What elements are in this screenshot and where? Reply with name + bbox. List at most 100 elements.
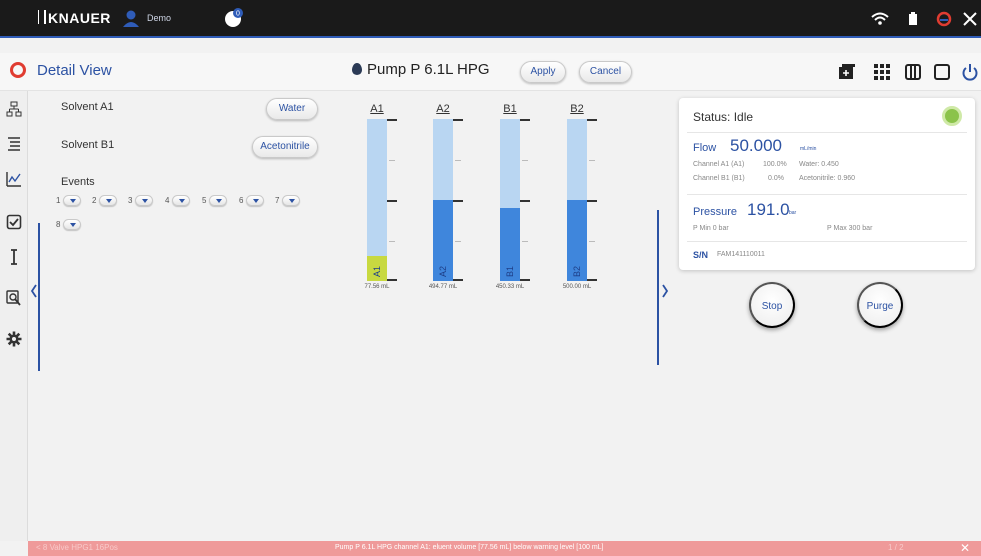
left-panel-handle[interactable] xyxy=(38,223,40,371)
solvent-b1-button[interactable]: Acetonitrile xyxy=(252,136,318,158)
expand-right-icon[interactable] xyxy=(661,284,669,298)
notification-icon[interactable]: 0 xyxy=(223,7,245,29)
channel-b-label: Channel B1 (B1) xyxy=(693,175,745,182)
solvent-a1-label: Solvent A1 xyxy=(61,101,114,113)
apply-button[interactable]: Apply xyxy=(520,61,566,83)
pressure-unit: bar xyxy=(789,210,797,216)
event-number: 5 xyxy=(202,196,207,205)
wifi-icon[interactable] xyxy=(870,9,890,29)
chart-icon[interactable] xyxy=(6,171,22,187)
channel-a-solvent: Water: 0.450 xyxy=(799,161,839,168)
serial-number-value: FAM141110011 xyxy=(717,251,765,258)
checkbox-icon[interactable] xyxy=(6,214,22,230)
warning-pager: 1 / 2 xyxy=(888,543,904,552)
bottle-tick-minor xyxy=(589,241,595,242)
bottle-tick-major xyxy=(520,200,530,202)
event-2-dropdown[interactable] xyxy=(99,195,117,206)
flow-value[interactable]: 50.000 xyxy=(730,136,782,156)
bottle-name-b1: B1 xyxy=(503,103,517,115)
logo-bars-icon xyxy=(38,10,46,24)
event-number: 7 xyxy=(275,196,280,205)
bottle-tick-major xyxy=(587,200,597,202)
bottle-vertical-label: A2 xyxy=(438,265,448,277)
event-6-dropdown[interactable] xyxy=(246,195,264,206)
user-name[interactable]: Demo xyxy=(147,13,171,23)
serial-number-label: S/N xyxy=(693,250,709,260)
pressure-label: Pressure xyxy=(693,206,738,218)
event-1-dropdown[interactable] xyxy=(63,195,81,206)
window-icon[interactable] xyxy=(933,63,951,81)
status-title: Status: Idle xyxy=(693,110,754,124)
events-label: Events xyxy=(61,176,95,188)
bottle-tick-major xyxy=(387,200,397,202)
user-icon[interactable] xyxy=(122,9,140,27)
stop-button[interactable]: Stop xyxy=(749,282,795,328)
bottle-name-b2: B2 xyxy=(570,103,584,115)
battery-icon[interactable] xyxy=(907,9,919,29)
knauer-logo: KNAUER xyxy=(38,10,111,26)
event-4-dropdown[interactable] xyxy=(172,195,190,206)
bottle-volume-a1: 77.56 mL xyxy=(364,284,390,290)
pressure-min: P Min 0 bar xyxy=(693,225,729,232)
power-icon[interactable] xyxy=(961,63,979,81)
close-icon[interactable] xyxy=(962,9,978,29)
bottle-tick-major xyxy=(387,279,397,281)
divider xyxy=(687,241,967,242)
bottle-a2[interactable]: A2 xyxy=(433,119,453,281)
warning-close-icon[interactable]: ✕ xyxy=(960,541,970,555)
search-icon[interactable] xyxy=(6,290,22,306)
columns-icon[interactable] xyxy=(904,63,922,81)
warning-previous-text[interactable]: < 8 Valve HPG1 16Pos xyxy=(36,543,118,552)
bottle-b1[interactable]: B1 xyxy=(500,119,520,281)
bottle-tick-minor xyxy=(389,241,395,242)
list-icon[interactable] xyxy=(6,136,22,152)
bottle-tick-major xyxy=(587,279,597,281)
bottle-volume-a2: 494.77 mL xyxy=(428,284,458,290)
bottle-vertical-label: B1 xyxy=(505,265,515,277)
channel-b-solvent: Acetonitrile: 0.960 xyxy=(799,175,856,182)
bottle-tick-minor xyxy=(455,241,461,242)
bottle-tick-major xyxy=(453,119,463,121)
top-bar: KNAUER Demo 0 xyxy=(0,0,981,38)
bottle-volume-b2: 500.00 mL xyxy=(562,284,592,290)
bottle-tick-major xyxy=(453,200,463,202)
pressure-value: 191.0 xyxy=(747,200,790,219)
channel-b-percent: 0.0% xyxy=(768,175,784,182)
channel-a-label: Channel A1 (A1) xyxy=(693,161,745,168)
event-7-dropdown[interactable] xyxy=(282,195,300,206)
page-title: Detail View xyxy=(37,62,112,79)
bottle-tick-major xyxy=(520,119,530,121)
knauer-logo-icon[interactable] xyxy=(935,9,953,29)
bottle-tick-major xyxy=(453,279,463,281)
collapse-left-icon[interactable] xyxy=(30,284,38,298)
event-3-dropdown[interactable] xyxy=(135,195,153,206)
grid-icon[interactable] xyxy=(873,63,891,81)
status-indicator-icon xyxy=(942,106,962,126)
cancel-button[interactable]: Cancel xyxy=(579,61,632,83)
purge-button[interactable]: Purge xyxy=(857,282,903,328)
warning-message: Pump P 6.1L HPG channel A1: eluent volum… xyxy=(335,544,604,551)
channel-a-percent: 100.0% xyxy=(763,161,787,168)
event-8-dropdown[interactable] xyxy=(63,219,81,230)
event-number: 2 xyxy=(92,196,97,205)
bottle-tick-minor xyxy=(522,241,528,242)
solvent-a1-button[interactable]: Water xyxy=(266,98,318,120)
gear-icon[interactable] xyxy=(6,331,22,347)
bottle-vertical-label: B2 xyxy=(572,265,582,277)
bottle-a1[interactable]: A1 xyxy=(367,119,387,281)
bottle-tick-major xyxy=(387,119,397,121)
network-icon[interactable] xyxy=(6,101,22,117)
bottle-vertical-label: A1 xyxy=(372,265,382,277)
pressure-max: P Max 300 bar xyxy=(827,225,873,232)
event-5-dropdown[interactable] xyxy=(209,195,227,206)
bottle-b2[interactable]: B2 xyxy=(567,119,587,281)
event-number: 4 xyxy=(165,196,170,205)
text-cursor-icon[interactable] xyxy=(6,249,22,265)
status-card: Status: Idle Flow 50.000 mL/min Channel … xyxy=(679,98,975,270)
add-panel-icon[interactable] xyxy=(838,63,856,81)
event-number: 3 xyxy=(128,196,133,205)
pump-title-text: Pump P 6.1L HPG xyxy=(367,61,490,78)
event-number: 8 xyxy=(56,220,61,229)
right-panel-handle[interactable] xyxy=(657,210,659,365)
bottle-tick-minor xyxy=(589,160,595,161)
